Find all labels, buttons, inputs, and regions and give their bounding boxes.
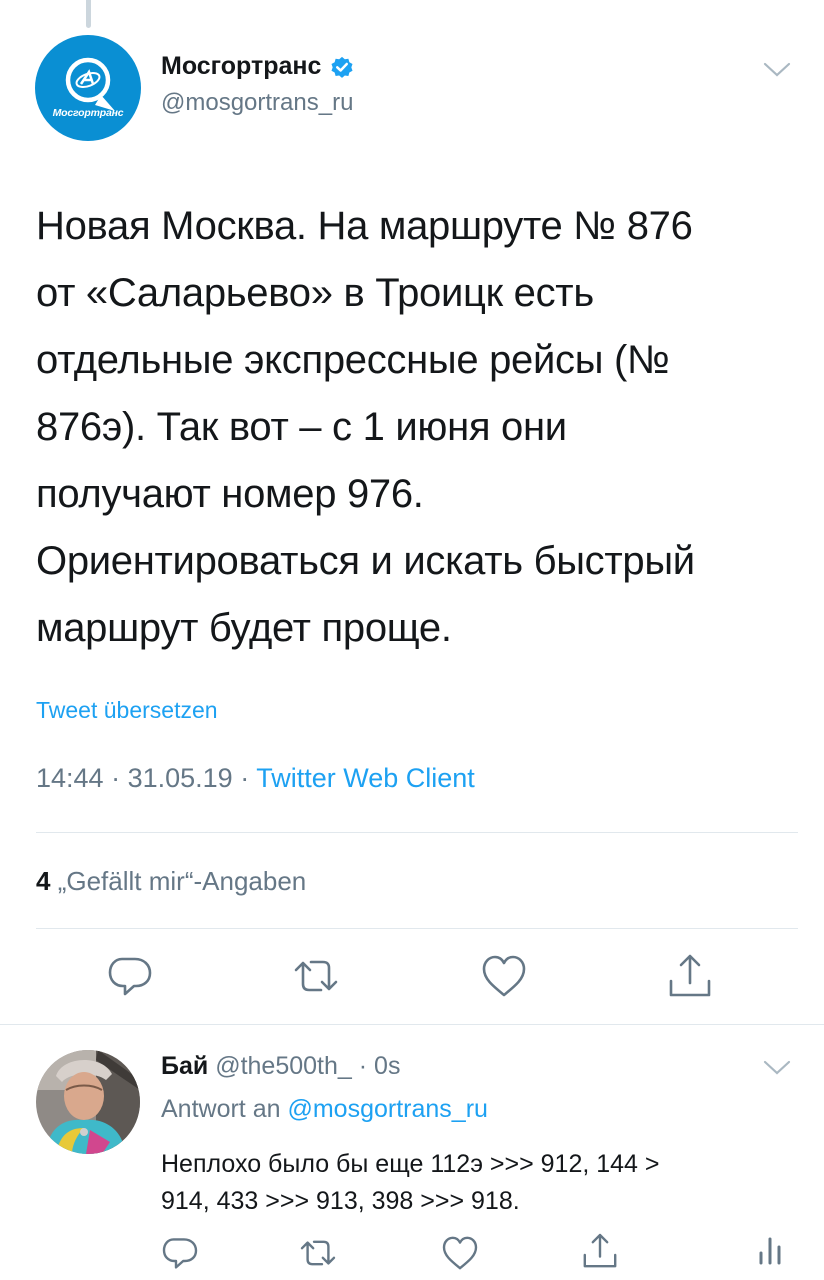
author-display-name[interactable]: Мосгортранс	[161, 52, 321, 81]
chevron-down-icon[interactable]	[763, 60, 791, 80]
reply-avatar-photo-icon	[36, 1050, 140, 1154]
likes-label: „Gefällt mir“-Angaben	[57, 866, 307, 896]
tweet-meta: 14:44 · 31.05.19 · Twitter Web Client	[36, 763, 475, 794]
tweet-client-link[interactable]: Twitter Web Client	[256, 763, 475, 793]
avatar[interactable]: Мосгортранс	[35, 35, 141, 141]
reply-avatar[interactable]	[36, 1050, 140, 1154]
reply-handle[interactable]: @the500th_	[215, 1052, 352, 1080]
tweet-text: Новая Москва. На маршруте № 876 от «Сала…	[36, 193, 806, 662]
reply-icon[interactable]	[160, 1233, 200, 1273]
reply-icon[interactable]	[105, 951, 155, 1001]
reply-header: Бай @the500th_ · 0s	[161, 1052, 400, 1081]
reply-text-line: Неплохо было бы еще 112э >>> 912, 144 >	[161, 1150, 660, 1178]
author-handle[interactable]: @mosgortrans_ru	[161, 89, 353, 117]
tweet-date: 31.05.19	[127, 763, 233, 793]
like-icon[interactable]	[440, 1233, 480, 1273]
chevron-down-icon[interactable]	[763, 1058, 791, 1078]
reply-text-line: 914, 433 >>> 913, 398 >>> 918.	[161, 1187, 520, 1215]
verified-badge-icon	[331, 56, 353, 78]
tweet-text-line: Новая Москва. На маршруте № 876	[36, 204, 693, 248]
retweet-icon[interactable]	[298, 1233, 338, 1273]
meta-separator: ·	[240, 763, 257, 793]
retweet-icon[interactable]	[291, 951, 341, 1001]
avatar-logo-text: Мосгортранс	[52, 107, 124, 119]
replying-to: Antwort an @mosgortrans_ru	[161, 1095, 488, 1124]
meta-separator: ·	[358, 1052, 375, 1080]
tweet-text-line: от «Саларьево» в Троицк есть	[36, 271, 594, 315]
share-icon[interactable]	[665, 951, 715, 1001]
likes-summary[interactable]: 4 „Gefällt mir“-Angaben	[36, 866, 306, 897]
tweet-text-line: получают номер 976.	[36, 472, 424, 516]
mosgortrans-logo-icon	[65, 57, 115, 111]
tweet-time: 14:44	[36, 763, 104, 793]
meta-separator: ·	[111, 763, 128, 793]
reply-time: 0s	[374, 1052, 401, 1080]
reply-display-name[interactable]: Бай	[161, 1052, 208, 1080]
share-icon[interactable]	[580, 1231, 620, 1271]
replying-to-mention[interactable]: @mosgortrans_ru	[287, 1095, 487, 1123]
tweet-text-line: Ориентироваться и искать быстрый	[36, 539, 695, 583]
tweet-separator	[0, 1024, 824, 1025]
author-name-row: Мосгортранс	[161, 52, 355, 81]
reply-text: Неплохо было бы еще 112э >>> 912, 144 > …	[161, 1146, 801, 1220]
divider	[36, 832, 798, 833]
likes-count: 4	[36, 866, 51, 896]
tweet-text-line: маршрут будет проще.	[36, 606, 452, 650]
translate-tweet-link[interactable]: Tweet übersetzen	[36, 697, 218, 724]
thread-connector-line	[86, 0, 91, 28]
like-icon[interactable]	[479, 951, 529, 1001]
replying-to-prefix: Antwort an	[161, 1095, 281, 1123]
divider	[36, 928, 798, 929]
analytics-icon[interactable]	[750, 1233, 790, 1273]
tweet-text-line: отдельные экспрессные рейсы (№	[36, 338, 670, 382]
tweet-text-line: 876э). Так вот – с 1 июня они	[36, 405, 567, 449]
